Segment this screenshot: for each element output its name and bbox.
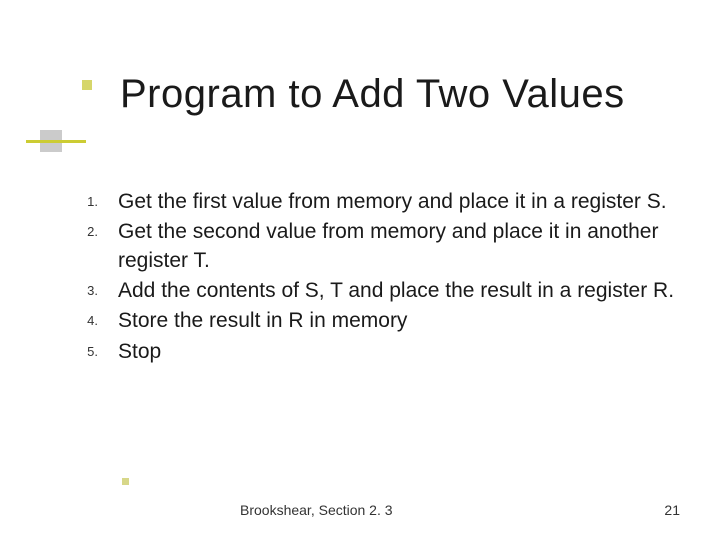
- footer-reference: Brookshear, Section 2. 3: [240, 502, 393, 518]
- list-text: Get the second value from memory and pla…: [118, 218, 680, 275]
- list-item: 2. Get the second value from memory and …: [70, 218, 680, 275]
- list-item: 3. Add the contents of S, T and place th…: [70, 277, 680, 305]
- slide: Program to Add Two Values 1. Get the fir…: [0, 0, 720, 540]
- list-text: Get the first value from memory and plac…: [118, 188, 667, 216]
- list-text: Stop: [118, 338, 161, 366]
- ordered-list: 1. Get the first value from memory and p…: [70, 188, 680, 366]
- page-number: 21: [664, 502, 680, 518]
- list-item: 1. Get the first value from memory and p…: [70, 188, 680, 216]
- list-number: 4.: [70, 307, 118, 328]
- list-number: 3.: [70, 277, 118, 298]
- list-number: 5.: [70, 338, 118, 359]
- list-item: 5. Stop: [70, 338, 680, 366]
- body: 1. Get the first value from memory and p…: [70, 188, 680, 368]
- accent-dot: [122, 478, 129, 485]
- page-title: Program to Add Two Values: [120, 72, 680, 117]
- list-item: 4. Store the result in R in memory: [70, 307, 680, 335]
- footer: Brookshear, Section 2. 3 21: [0, 502, 680, 518]
- accent-dot: [82, 80, 92, 90]
- list-text: Store the result in R in memory: [118, 307, 407, 335]
- list-number: 1.: [70, 188, 118, 209]
- list-text: Add the contents of S, T and place the r…: [118, 277, 674, 305]
- title-wrap: Program to Add Two Values: [120, 72, 680, 117]
- list-number: 2.: [70, 218, 118, 239]
- accent-line: [26, 140, 86, 143]
